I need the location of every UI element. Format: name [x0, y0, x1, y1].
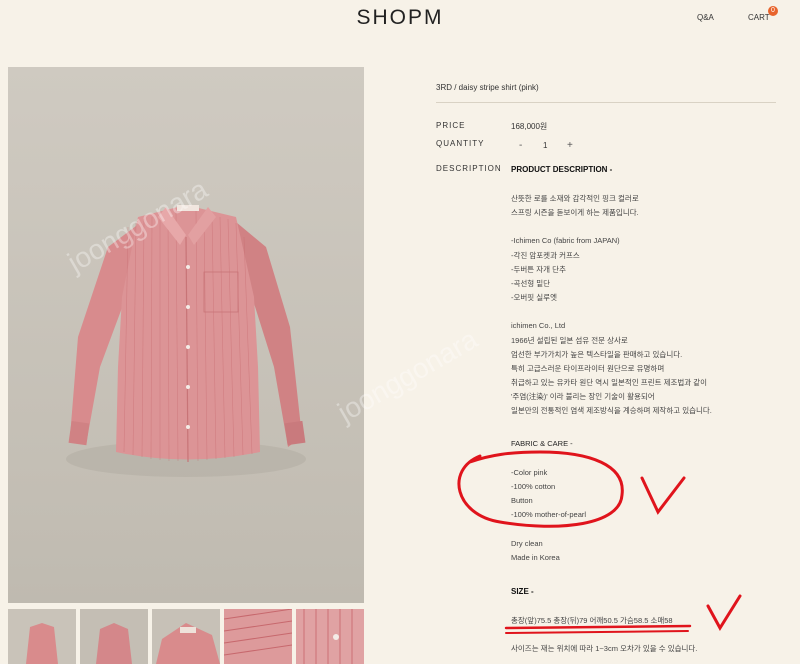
thumbnail-3[interactable]	[152, 609, 220, 664]
thumbnail-2[interactable]	[80, 609, 148, 664]
maker-line: 1966년 설립된 일본 섬유 전문 상사로	[511, 336, 628, 345]
maker-line: ichimen Co., Ltd	[511, 321, 566, 330]
cart-link[interactable]: CART	[748, 13, 770, 22]
maker-line: 엄선한 부가가치가 높은 텍스타일을 판매하고 있습니다.	[511, 350, 683, 359]
thumbnail-4[interactable]	[224, 609, 292, 664]
intro-line: 스프링 시즌을 돋보이게 하는 제품입니다.	[511, 208, 639, 217]
maker-line: 취급하고 있는 유카타 원단 역시 일본적인 프린트 제조법과 같이	[511, 378, 708, 387]
feature-line: -두버튼 자개 단추	[511, 265, 566, 274]
maker-line: 특히 고급스러운 타이프라이터 원단으로 유명하며	[511, 364, 665, 373]
description-label: DESCRIPTION	[436, 164, 502, 173]
checkmark-annotation	[640, 476, 686, 515]
care-line: Dry clean	[511, 539, 543, 548]
feature-line: -Ichimen Co (fabric from JAPAN)	[511, 236, 620, 245]
care-line: Made in Korea	[511, 553, 560, 562]
thumbnail-1[interactable]	[8, 609, 76, 664]
fabric-line: -100% mother-of-pearl	[511, 510, 587, 519]
feature-line: -곡선형 밑단	[511, 279, 551, 288]
feature-line: -오버핏 실루엣	[511, 293, 557, 302]
fabric-line: -100% cotton	[511, 482, 556, 491]
product-title: 3RD / daisy stripe shirt (pink)	[436, 83, 539, 92]
fabric-line: -Color pink	[511, 468, 548, 477]
qa-link[interactable]: Q&A	[697, 13, 714, 22]
maker-line: '주염(注染)' 이라 불리는 장인 기술이 활용되어	[511, 392, 655, 401]
thumbnail-5[interactable]	[296, 609, 364, 664]
quantity-label: QUANTITY	[436, 139, 485, 148]
intro-line: 산뜻한 로를 소재와 감각적인 핑크 컬러로	[511, 194, 639, 203]
checkmark-annotation	[706, 594, 742, 631]
underline-annotation	[505, 630, 689, 634]
cart-count-badge: 0	[768, 6, 778, 16]
feature-line: -각진 암포켓과 커프스	[511, 251, 580, 260]
title-divider	[436, 102, 776, 103]
shirt-image	[66, 205, 306, 477]
maker-line: 일본만의 전통적인 염색 제조방식을 계승하며 제작하고 있습니다.	[511, 406, 712, 415]
price-label: PRICE	[436, 121, 466, 130]
site-logo[interactable]: SHOPM	[0, 6, 800, 30]
underline-annotation	[504, 624, 692, 630]
size-note: 사이즈는 재는 위치에 따라 1~3cm 오차가 있을 수 있습니다.	[511, 644, 698, 653]
quantity-value[interactable]: 1	[543, 141, 547, 150]
product-main-image[interactable]	[8, 67, 364, 603]
product-description-toggle[interactable]: PRODUCT DESCRIPTION -	[511, 165, 612, 174]
quantity-increase-button[interactable]: +	[567, 140, 573, 151]
quantity-decrease-button[interactable]: -	[519, 140, 522, 151]
size-toggle[interactable]: SIZE -	[511, 587, 534, 596]
size-measurements: 총장(앞)75.5 총장(뒤)79 어깨50.5 가슴58.5 소매58	[511, 616, 673, 625]
fabric-care-toggle[interactable]: FABRIC & CARE -	[511, 439, 573, 448]
fabric-line: Button	[511, 496, 533, 505]
price-value: 168,000원	[511, 122, 548, 131]
